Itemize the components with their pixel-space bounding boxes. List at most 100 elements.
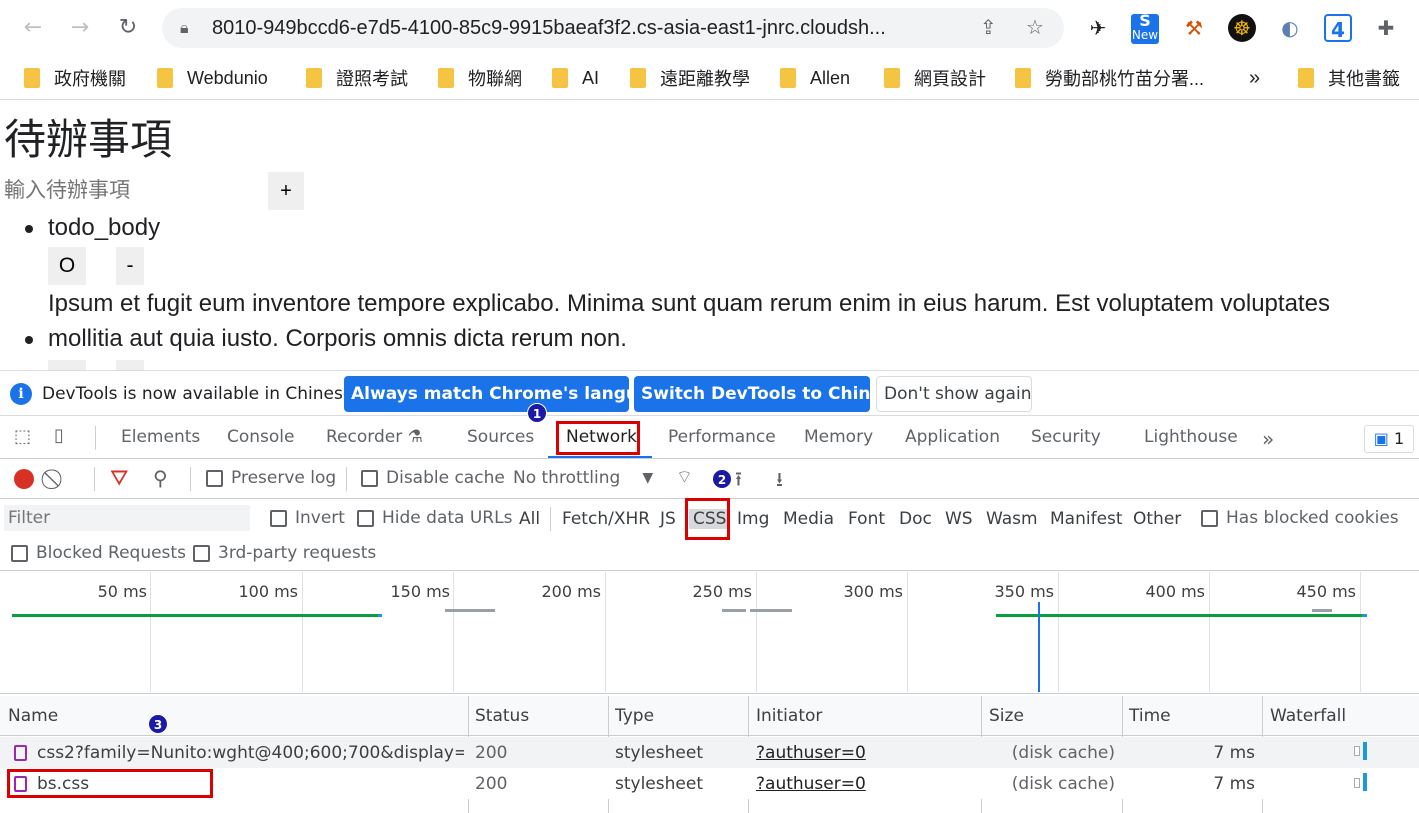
request-name[interactable]: bs.css bbox=[14, 774, 464, 794]
column-header-name[interactable]: Name bbox=[8, 706, 58, 726]
timeline-tick-label: 150 ms bbox=[390, 582, 450, 601]
network-filter-bar: Invert Hide data URLs All Fetch/XHR JS C… bbox=[0, 498, 1419, 571]
done-button[interactable] bbox=[48, 360, 86, 370]
filter-input[interactable] bbox=[4, 505, 250, 531]
todo-text: todo_body bbox=[48, 214, 161, 241]
bookmarks-overflow-button[interactable]: » bbox=[1249, 66, 1260, 90]
bookmark-item[interactable]: 勞動部桃竹苗分署... bbox=[1015, 66, 1204, 90]
request-status: 200 bbox=[475, 743, 508, 763]
back-icon[interactable]: ← bbox=[17, 12, 49, 44]
filter-icon[interactable]: ⛛ bbox=[110, 466, 128, 491]
extension-icon-1[interactable]: ✈ bbox=[1084, 14, 1112, 42]
forward-icon[interactable]: → bbox=[64, 12, 96, 44]
filter-type-css[interactable]: CSS bbox=[689, 509, 731, 529]
network-toolbar: ⃠ ⛛ ⚲ Preserve log Disable cache No thro… bbox=[0, 459, 1419, 499]
column-header-status[interactable]: Status bbox=[475, 706, 529, 726]
filter-type-doc[interactable]: Doc bbox=[899, 509, 932, 529]
extension-icon-6[interactable]: 4 bbox=[1324, 14, 1352, 42]
filter-type-js[interactable]: JS bbox=[660, 509, 676, 529]
filter-type-media[interactable]: Media bbox=[783, 509, 834, 529]
has-blocked-cookies-checkbox[interactable]: Has blocked cookies bbox=[1201, 508, 1399, 528]
info-icon: i bbox=[10, 383, 32, 405]
column-header-type[interactable]: Type bbox=[615, 706, 654, 726]
column-header-initiator[interactable]: Initiator bbox=[756, 706, 822, 726]
tab-security[interactable]: Security bbox=[1031, 427, 1101, 447]
checkbox-box bbox=[270, 509, 287, 527]
bookmark-item[interactable]: 證照考試 bbox=[306, 66, 408, 90]
invert-checkbox[interactable]: Invert bbox=[270, 508, 345, 528]
bookmark-star-icon[interactable]: ☆ bbox=[1026, 15, 1044, 39]
tab-elements[interactable]: Elements bbox=[121, 427, 200, 447]
filter-type-ws[interactable]: WS bbox=[945, 509, 973, 529]
network-timeline-overview[interactable]: 50 ms 100 ms 150 ms 200 ms 250 ms 300 ms… bbox=[0, 572, 1419, 694]
extension-icon-5[interactable]: ◐ bbox=[1276, 14, 1304, 42]
dont-show-again-button[interactable]: Don't show again bbox=[876, 376, 1032, 412]
filter-type-wasm[interactable]: Wasm bbox=[986, 509, 1038, 529]
bookmark-item[interactable]: 物聯網 bbox=[438, 66, 522, 90]
throttling-select[interactable]: No throttling ▼ bbox=[513, 468, 653, 488]
tab-sources[interactable]: Sources bbox=[467, 427, 534, 447]
bookmark-other[interactable]: 其他書籤 bbox=[1298, 66, 1400, 90]
tab-lighthouse[interactable]: Lighthouse bbox=[1144, 427, 1238, 447]
bookmark-item[interactable]: 政府機關 bbox=[24, 66, 126, 90]
todo-input[interactable] bbox=[4, 176, 254, 206]
request-initiator-link[interactable]: ?authuser=0 bbox=[756, 774, 866, 794]
network-requests-table: Name Status Type Initiator Size Time Wat… bbox=[0, 696, 1419, 813]
remove-button[interactable]: - bbox=[116, 247, 144, 285]
device-toolbar-icon[interactable]: ▯ bbox=[54, 425, 64, 446]
bookmark-item[interactable]: 遠距離教學 bbox=[630, 66, 750, 90]
issues-button[interactable]: ▣ 1 bbox=[1364, 425, 1414, 453]
remove-button[interactable] bbox=[116, 360, 144, 370]
filter-type-fetch-xhr[interactable]: Fetch/XHR bbox=[562, 509, 650, 529]
more-tabs-chevron-icon[interactable]: » bbox=[1262, 427, 1274, 451]
extension-new-icon[interactable]: S New bbox=[1131, 13, 1159, 44]
bookmark-item[interactable]: 網頁設計 bbox=[884, 66, 986, 90]
extensions-puzzle-icon[interactable]: ✚ bbox=[1372, 14, 1400, 42]
inspect-element-icon[interactable]: ⬚ bbox=[14, 426, 31, 447]
tab-console[interactable]: Console bbox=[227, 427, 295, 447]
filter-type-all[interactable]: All bbox=[519, 509, 540, 529]
switch-devtools-chinese-button[interactable]: Switch DevTools to Chinese bbox=[634, 376, 904, 412]
url-text[interactable]: 8010-949bccd6-e7d5-4100-85c9-9915baeaf3f… bbox=[212, 17, 886, 40]
request-initiator-link[interactable]: ?authuser=0 bbox=[756, 743, 866, 763]
disable-cache-checkbox[interactable]: Disable cache bbox=[361, 468, 505, 488]
tab-recorder[interactable]: Recorder ⚗ bbox=[326, 427, 423, 447]
request-status: 200 bbox=[475, 774, 508, 794]
bookmark-item[interactable]: Webdunio bbox=[157, 66, 268, 90]
filter-type-img[interactable]: Img bbox=[737, 509, 769, 529]
tab-application[interactable]: Application bbox=[905, 427, 1000, 447]
request-name[interactable]: css2?family=Nunito:wght@400;600;700&disp… bbox=[14, 743, 464, 763]
tab-memory[interactable]: Memory bbox=[804, 427, 873, 447]
stylesheet-file-icon bbox=[14, 776, 27, 792]
filter-type-manifest[interactable]: Manifest bbox=[1050, 509, 1123, 529]
checkbox-box bbox=[206, 469, 223, 487]
column-header-size[interactable]: Size bbox=[989, 706, 1024, 726]
bookmark-item[interactable]: AI bbox=[552, 66, 599, 90]
address-bar[interactable]: 🔒︎ 8010-949bccd6-e7d5-4100-85c9-9915baea… bbox=[162, 8, 1064, 48]
column-header-time[interactable]: Time bbox=[1129, 706, 1171, 726]
lock-icon: 🔒︎ bbox=[180, 18, 189, 37]
timeline-request-bar bbox=[378, 614, 382, 617]
search-icon[interactable]: ⚲ bbox=[153, 466, 168, 490]
tab-performance[interactable]: Performance bbox=[668, 427, 776, 447]
extension-icon-4[interactable]: ☸ bbox=[1228, 14, 1256, 42]
third-party-requests-checkbox[interactable]: 3rd-party requests bbox=[193, 543, 376, 563]
filter-type-other[interactable]: Other bbox=[1133, 509, 1181, 529]
record-icon[interactable] bbox=[14, 469, 34, 489]
blocked-requests-checkbox[interactable]: Blocked Requests bbox=[11, 543, 186, 563]
preserve-log-checkbox[interactable]: Preserve log bbox=[206, 468, 336, 488]
always-match-language-button[interactable]: Always match Chrome's language bbox=[344, 376, 673, 412]
done-button[interactable]: O bbox=[48, 247, 86, 285]
bookmark-item[interactable]: Allen bbox=[780, 66, 850, 90]
upload-icon[interactable]: ⭱ bbox=[735, 465, 742, 499]
tab-network[interactable]: Network bbox=[566, 427, 637, 447]
hide-data-urls-checkbox[interactable]: Hide data URLs bbox=[357, 508, 512, 528]
filter-type-font[interactable]: Font bbox=[848, 509, 885, 529]
extension-icon-3[interactable]: ⚒ bbox=[1180, 14, 1208, 42]
reload-icon[interactable]: ↻ bbox=[112, 12, 144, 44]
network-conditions-icon[interactable]: ⌔ bbox=[676, 466, 693, 489]
column-header-waterfall[interactable]: Waterfall bbox=[1270, 706, 1346, 726]
share-icon[interactable]: ⇪ bbox=[980, 15, 997, 39]
download-icon[interactable]: ⭳ bbox=[776, 465, 783, 499]
add-todo-button[interactable]: + bbox=[268, 172, 304, 210]
